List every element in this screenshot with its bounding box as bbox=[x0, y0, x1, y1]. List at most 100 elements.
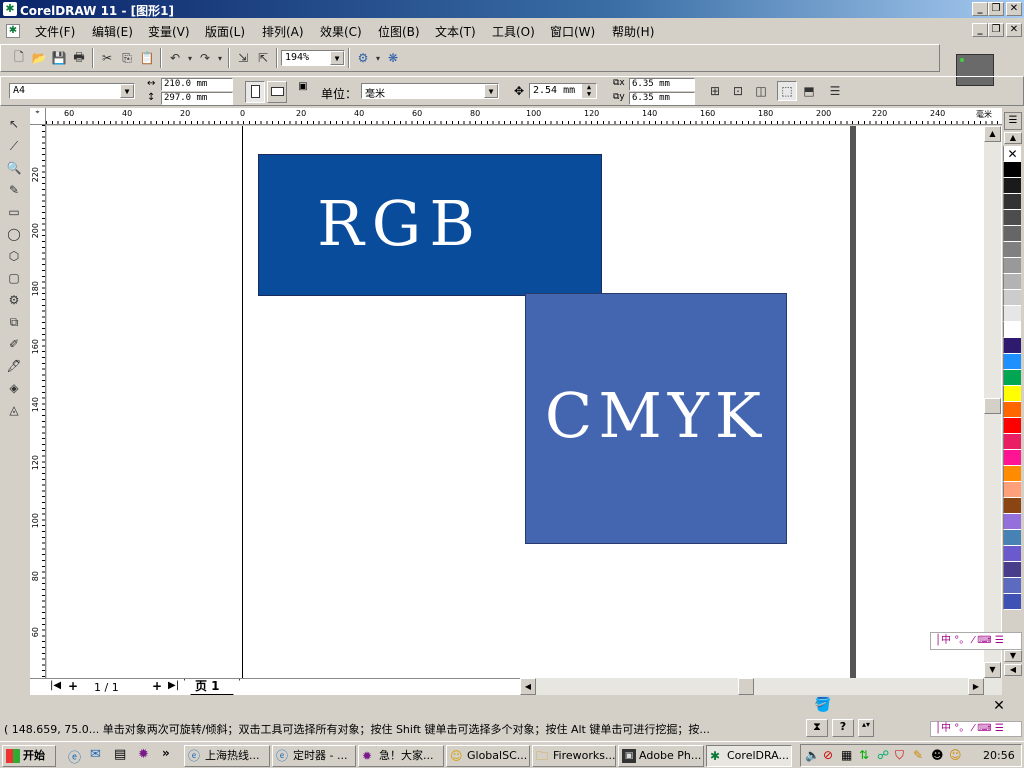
fill-tool-icon[interactable]: ◈ bbox=[3, 378, 25, 398]
launcher-dropdown-icon[interactable]: ▾ bbox=[373, 48, 383, 68]
rectangle-tool-icon[interactable]: ▭ bbox=[3, 202, 25, 222]
shape-tool-icon[interactable]: ⟋ bbox=[3, 136, 25, 156]
palette-scroll-up-button[interactable]: ▲ bbox=[1004, 132, 1022, 144]
color-swatch[interactable] bbox=[1003, 498, 1021, 514]
drawing-canvas[interactable]: RGB CMYK bbox=[47, 126, 1002, 678]
color-swatch[interactable] bbox=[1003, 210, 1021, 226]
hscroll-right-button[interactable]: ▶ bbox=[968, 678, 984, 695]
zoom-level-field[interactable]: 194% ▼ bbox=[281, 50, 345, 66]
last-page-icon[interactable]: ▶| bbox=[168, 680, 179, 691]
page-tab[interactable]: 页 1 bbox=[184, 679, 240, 695]
ruler-corner[interactable]: ⌖ bbox=[30, 108, 46, 125]
redo-icon[interactable]: ↷ bbox=[195, 48, 215, 68]
minimize-button[interactable]: _ bbox=[972, 2, 988, 16]
ime-toolbar[interactable]: │中 °。 ⁄ ⌨ ☰ bbox=[930, 632, 1022, 650]
restore-button[interactable]: ❐ bbox=[988, 2, 1004, 16]
ellipse-tool-icon[interactable]: ◯ bbox=[3, 224, 25, 244]
interactive-blend-tool-icon[interactable]: ⧉ bbox=[3, 312, 25, 332]
color-swatch[interactable] bbox=[1003, 322, 1021, 338]
menu-file[interactable]: 文件(F) bbox=[35, 23, 75, 40]
chat-tray-icon[interactable]: ☍ bbox=[877, 748, 889, 762]
freehand-tool-icon[interactable]: ✎ bbox=[3, 180, 25, 200]
vscroll-up-button[interactable]: ▲ bbox=[984, 126, 1001, 142]
quicklaunch-more-icon[interactable]: » bbox=[162, 746, 170, 760]
page-height-field[interactable]: 297.0 mm bbox=[161, 92, 233, 105]
menu-edit[interactable]: 编辑(E) bbox=[92, 23, 133, 40]
pen-tray-icon[interactable]: ✎ bbox=[913, 748, 923, 762]
hscroll-thumb[interactable] bbox=[738, 678, 754, 695]
rgb-rectangle[interactable]: RGB bbox=[258, 154, 602, 296]
color-swatch[interactable] bbox=[1003, 258, 1021, 274]
outline-tool-icon[interactable]: 🖋 bbox=[3, 356, 25, 376]
color-swatch[interactable] bbox=[1003, 370, 1021, 386]
draw-units-icon[interactable]: ⊞ bbox=[705, 81, 725, 101]
color-swatch[interactable] bbox=[1003, 482, 1021, 498]
paper-size-field[interactable]: A4 ▼ bbox=[9, 83, 135, 99]
unit-dropdown-icon[interactable]: ▼ bbox=[484, 84, 498, 98]
color-swatch[interactable] bbox=[1003, 450, 1021, 466]
zoom-tool-icon[interactable]: 🔍 bbox=[3, 158, 25, 178]
undo-icon[interactable]: ↶ bbox=[165, 48, 185, 68]
status-tag-icon[interactable]: ⧗ bbox=[806, 719, 828, 737]
shield-icon[interactable]: ⛉ bbox=[895, 748, 904, 763]
color-swatch[interactable] bbox=[1003, 434, 1021, 450]
print-icon[interactable]: 🖶 bbox=[69, 48, 89, 68]
color-swatch[interactable] bbox=[1003, 594, 1021, 610]
vscroll-thumb[interactable] bbox=[984, 398, 1001, 414]
media-quicklaunch-icon[interactable]: ✹ bbox=[138, 747, 149, 762]
hscroll-left-button[interactable]: ◀ bbox=[520, 678, 536, 695]
color-swatch[interactable] bbox=[1003, 242, 1021, 258]
add-page-after-icon[interactable]: + bbox=[152, 679, 162, 693]
color-swatch[interactable] bbox=[1003, 530, 1021, 546]
text-tool-icon[interactable]: ⚙ bbox=[3, 290, 25, 310]
taskbar-item-active[interactable]: ✱ CorelDRA... bbox=[706, 745, 792, 767]
color-swatch[interactable] bbox=[1003, 162, 1021, 178]
start-button[interactable]: 开始 bbox=[2, 745, 56, 767]
application-launcher-icon[interactable]: ⚙ bbox=[353, 48, 373, 68]
palette-scroll-down-button[interactable]: ▼ bbox=[1004, 650, 1022, 662]
duplicate-y-field[interactable]: 6.35 mm bbox=[629, 92, 695, 105]
color-swatch[interactable] bbox=[1003, 466, 1021, 482]
taskbar-item[interactable]: 🗀 Fireworks... bbox=[532, 745, 616, 767]
duplicate-x-field[interactable]: 6.35 mm bbox=[629, 78, 695, 91]
color-swatch[interactable] bbox=[1003, 226, 1021, 242]
vertical-scrollbar[interactable]: ▲ ▼ bbox=[984, 126, 1001, 678]
taskbar-item[interactable]: ▣ Adobe Ph... bbox=[618, 745, 704, 767]
snap-to-objects-icon[interactable]: ⬚ bbox=[777, 81, 797, 101]
save-icon[interactable]: 💾 bbox=[49, 48, 69, 68]
color-swatch[interactable] bbox=[1003, 386, 1021, 402]
paste-icon[interactable]: 📋 bbox=[137, 48, 157, 68]
color-swatch[interactable] bbox=[1003, 274, 1021, 290]
pick-tool-icon[interactable]: ↖ bbox=[3, 114, 25, 134]
color-swatch[interactable] bbox=[1003, 306, 1021, 322]
menu-window[interactable]: 窗口(W) bbox=[550, 23, 595, 40]
doc-close-button[interactable]: ✕ bbox=[1006, 23, 1022, 37]
cut-icon[interactable]: ✂ bbox=[97, 48, 117, 68]
menu-text[interactable]: 文本(T) bbox=[435, 23, 476, 40]
import-icon[interactable]: ⇲ bbox=[233, 48, 253, 68]
taskbar-item[interactable]: ⓔ 定时器 - ... bbox=[272, 745, 356, 767]
basic-shapes-tool-icon[interactable]: ▢ bbox=[3, 268, 25, 288]
menu-effects[interactable]: 效果(C) bbox=[320, 23, 362, 40]
paper-size-dropdown-icon[interactable]: ▼ bbox=[120, 84, 134, 98]
ime-status-bar[interactable]: │中 °。 ⁄ ⌨ ☰ bbox=[930, 721, 1022, 737]
interactive-fill-tool-icon[interactable]: ◬ bbox=[3, 400, 25, 420]
palette-options-icon[interactable]: ☰ bbox=[1004, 112, 1022, 130]
vertical-ruler[interactable]: 220 200 180 160 140 120 100 80 60 bbox=[30, 125, 46, 678]
color-swatch[interactable] bbox=[1003, 546, 1021, 562]
antivirus-icon[interactable]: ⊘ bbox=[823, 748, 833, 762]
taskbar-item[interactable]: ✹ 急！大家... bbox=[358, 745, 444, 767]
ie-quicklaunch-icon[interactable]: ⓔ bbox=[68, 747, 81, 766]
polygon-tool-icon[interactable]: ⬡ bbox=[3, 246, 25, 266]
no-color-swatch[interactable]: ✕ bbox=[1003, 146, 1021, 162]
color-swatch[interactable] bbox=[1003, 338, 1021, 354]
undo-dropdown-icon[interactable]: ▾ bbox=[185, 48, 195, 68]
export-icon[interactable]: ⇱ bbox=[253, 48, 273, 68]
taskbar-item[interactable]: ☺ GlobalSC... bbox=[446, 745, 530, 767]
menu-variable[interactable]: 变量(V) bbox=[148, 23, 190, 40]
color-swatch[interactable] bbox=[1003, 418, 1021, 434]
options-icon[interactable]: ⬒ bbox=[799, 81, 819, 101]
color-swatch[interactable] bbox=[1003, 578, 1021, 594]
menu-bitmap[interactable]: 位图(B) bbox=[378, 23, 420, 40]
grid-icon[interactable]: ◫ bbox=[751, 81, 771, 101]
